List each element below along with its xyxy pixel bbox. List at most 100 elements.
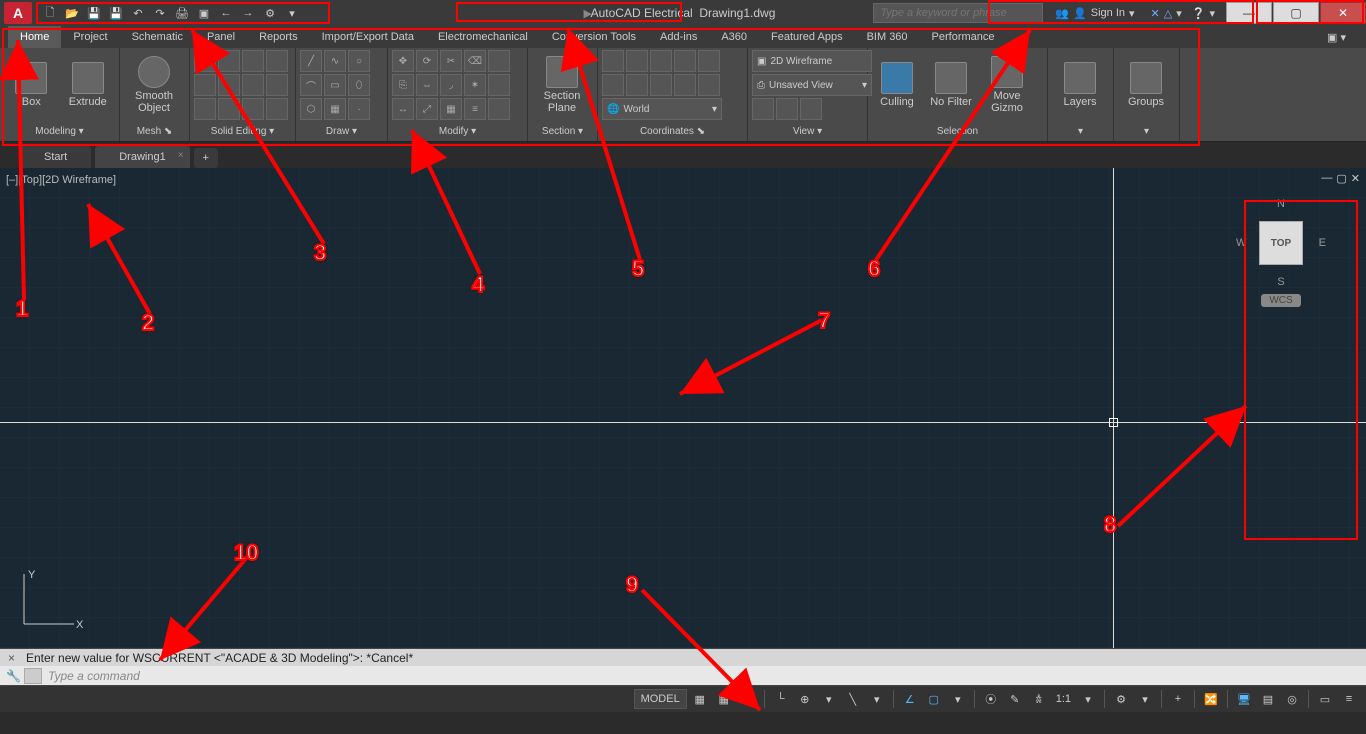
grid-toggle-icon[interactable]: ▦ bbox=[689, 689, 711, 709]
viewcube-face[interactable]: TOP bbox=[1259, 221, 1303, 265]
groups-button[interactable]: Groups bbox=[1118, 50, 1174, 120]
erase-icon[interactable]: ⌫ bbox=[464, 50, 486, 72]
mirror-icon[interactable]: ⇔ bbox=[416, 74, 438, 96]
polar-icon[interactable]: ⊕ bbox=[794, 689, 816, 709]
snap-toggle-icon[interactable]: ▦ bbox=[713, 689, 735, 709]
save-icon[interactable]: 💾 bbox=[84, 3, 104, 23]
osnap-icon[interactable]: ∠ bbox=[899, 689, 921, 709]
window-icon[interactable]: ▣ bbox=[194, 3, 214, 23]
section-plane-button[interactable]: Section Plane bbox=[532, 50, 592, 120]
tab-electromech[interactable]: Electromechanical bbox=[426, 26, 540, 48]
tool-icon[interactable] bbox=[266, 98, 288, 120]
annoscale-label[interactable]: 1:1 bbox=[1052, 689, 1075, 709]
tab-start[interactable]: Start bbox=[20, 146, 91, 168]
prev-icon[interactable]: ← bbox=[216, 3, 236, 23]
ellipse-icon[interactable]: ⬯ bbox=[348, 74, 370, 96]
ucs-world-dropdown[interactable]: 🌐 World▾ bbox=[602, 98, 722, 120]
infocenter-icon[interactable]: 👥 bbox=[1055, 7, 1069, 20]
tab-addins[interactable]: Add-ins bbox=[648, 26, 709, 48]
close-button[interactable]: ✕ bbox=[1320, 2, 1366, 24]
tool-icon[interactable] bbox=[488, 98, 510, 120]
undo-icon[interactable]: ↶ bbox=[128, 3, 148, 23]
close-tab-icon[interactable]: × bbox=[178, 150, 184, 161]
isolate-icon[interactable]: ◎ bbox=[1281, 689, 1303, 709]
tool-icon[interactable] bbox=[242, 50, 264, 72]
user-icon[interactable]: 👤 bbox=[1073, 7, 1087, 20]
tool-icon[interactable] bbox=[266, 50, 288, 72]
fillet-icon[interactable]: ◞ bbox=[440, 74, 462, 96]
tab-performance[interactable]: Performance bbox=[920, 26, 1007, 48]
point-icon[interactable]: · bbox=[348, 98, 370, 120]
compass-s[interactable]: S bbox=[1277, 276, 1284, 288]
monitor-icon[interactable]: 🖥 bbox=[1233, 689, 1255, 709]
new-icon[interactable]: 🗋 bbox=[40, 3, 60, 23]
panel-groups-title[interactable]: ▾ bbox=[1118, 124, 1175, 139]
ucs-icon[interactable] bbox=[626, 50, 648, 72]
stretch-icon[interactable]: ↔ bbox=[392, 98, 414, 120]
tab-drawing1[interactable]: Drawing1× bbox=[95, 146, 189, 168]
sb-dropdown-icon[interactable]: ▾ bbox=[737, 689, 759, 709]
ucs-icon[interactable] bbox=[674, 50, 696, 72]
tool-icon[interactable] bbox=[488, 50, 510, 72]
view-tool-icon[interactable] bbox=[776, 98, 798, 120]
sb-dropdown-icon[interactable]: ▾ bbox=[947, 689, 969, 709]
ucs-icon[interactable] bbox=[602, 74, 624, 96]
rect-icon[interactable]: ▭ bbox=[324, 74, 346, 96]
signin-area[interactable]: 👥 👤 Sign In ▾ ✕ △ ▾ ❔ ▾ bbox=[1049, 7, 1221, 20]
polygon-icon[interactable]: ⬡ bbox=[300, 98, 322, 120]
panel-section-title[interactable]: Section ▾ bbox=[532, 124, 593, 139]
cmd-prompt-icon[interactable] bbox=[24, 668, 42, 684]
compass-n[interactable]: N bbox=[1277, 198, 1285, 210]
tool-icon[interactable] bbox=[266, 74, 288, 96]
command-line[interactable]: 🔧 Type a command bbox=[0, 666, 1366, 686]
view-tool-icon[interactable] bbox=[752, 98, 774, 120]
visual-style-dropdown[interactable]: ▣ 2D Wireframe bbox=[752, 50, 872, 72]
ucs-icon[interactable] bbox=[602, 50, 624, 72]
compass-w[interactable]: W bbox=[1236, 237, 1246, 249]
redo-icon[interactable]: ↷ bbox=[150, 3, 170, 23]
cmd-close-icon[interactable]: × bbox=[8, 651, 22, 665]
plus-icon[interactable]: + bbox=[1167, 689, 1189, 709]
sb-dropdown-icon[interactable]: ▾ bbox=[1134, 689, 1156, 709]
sb-dropdown-icon[interactable]: ▾ bbox=[866, 689, 888, 709]
vp-min-icon[interactable]: — bbox=[1321, 172, 1332, 185]
smooth-object-button[interactable]: Smooth Object bbox=[124, 50, 184, 120]
ucs-icon[interactable] bbox=[698, 50, 720, 72]
arc-icon[interactable]: ⌒ bbox=[300, 74, 322, 96]
viewport-controls[interactable]: [–][Top][2D Wireframe] bbox=[6, 174, 116, 186]
panel-draw-title[interactable]: Draw ▾ bbox=[300, 124, 383, 139]
polyline-icon[interactable]: ∿ bbox=[324, 50, 346, 72]
tool-icon[interactable] bbox=[194, 74, 216, 96]
gizmo-button[interactable]: Move Gizmo bbox=[980, 50, 1034, 120]
gear-icon[interactable]: ⚙ bbox=[1110, 689, 1132, 709]
command-input-placeholder[interactable]: Type a command bbox=[48, 669, 140, 683]
tab-a360[interactable]: A360 bbox=[709, 26, 759, 48]
next-icon[interactable]: → bbox=[238, 3, 258, 23]
tab-bim360[interactable]: BIM 360 bbox=[855, 26, 920, 48]
tab-featured[interactable]: Featured Apps bbox=[759, 26, 855, 48]
panel-view-title[interactable]: View ▾ bbox=[752, 124, 863, 139]
hw-accel-icon[interactable]: ▤ bbox=[1257, 689, 1279, 709]
tab-panel[interactable]: Panel bbox=[195, 26, 247, 48]
tool-icon[interactable] bbox=[218, 50, 240, 72]
circle-icon[interactable]: ○ bbox=[348, 50, 370, 72]
nofilter-button[interactable]: No Filter bbox=[924, 50, 978, 120]
saved-view-dropdown[interactable]: ⎙ Unsaved View▾ bbox=[752, 74, 872, 96]
dynucs-icon[interactable]: ⦿ bbox=[980, 689, 1002, 709]
search-input[interactable] bbox=[873, 3, 1043, 23]
tab-importexport[interactable]: Import/Export Data bbox=[310, 26, 426, 48]
compass-e[interactable]: E bbox=[1319, 237, 1326, 249]
ucs-icon[interactable] bbox=[650, 50, 672, 72]
layers-button[interactable]: Layers bbox=[1052, 50, 1108, 120]
saveas-icon[interactable]: 💾 bbox=[106, 3, 126, 23]
compass[interactable]: N S E W TOP bbox=[1236, 198, 1326, 288]
sb-dropdown-icon[interactable]: ▾ bbox=[818, 689, 840, 709]
minimize-button[interactable]: — bbox=[1226, 2, 1272, 24]
offset-icon[interactable]: ≡ bbox=[464, 98, 486, 120]
tab-schematic[interactable]: Schematic bbox=[120, 26, 195, 48]
app-logo[interactable]: A bbox=[4, 2, 32, 24]
tool-icon[interactable] bbox=[194, 50, 216, 72]
array-icon[interactable]: ▦ bbox=[440, 98, 462, 120]
customize-icon[interactable]: ≡ bbox=[1338, 689, 1360, 709]
cmd-options-icon[interactable]: 🔧 bbox=[6, 669, 20, 683]
